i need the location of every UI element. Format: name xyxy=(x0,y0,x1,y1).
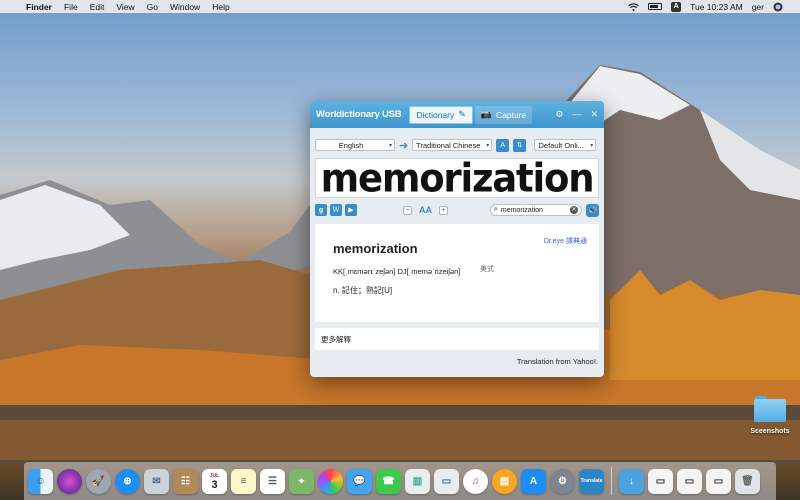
battery-icon[interactable] xyxy=(648,3,663,10)
captured-word-text: memorization xyxy=(320,158,595,198)
folder-label: Sceenshots xyxy=(750,428,790,435)
youtube-icon[interactable]: ▶ xyxy=(345,204,357,216)
translate-app-label: Translate xyxy=(580,478,603,484)
menu-help[interactable]: Help xyxy=(206,2,235,12)
chevron-down-icon: ▾ xyxy=(486,142,490,149)
camera-icon: 📷 xyxy=(480,109,492,119)
arrow-right-icon: ➜ xyxy=(399,139,409,152)
worldictionary-window: Worldictionary USB Dictionary ✎ 📷 Captur… xyxy=(310,101,604,377)
siri-icon[interactable] xyxy=(773,2,783,12)
window-titlebar[interactable]: Worldictionary USB Dictionary ✎ 📷 Captur… xyxy=(310,101,604,128)
launchpad-icon[interactable]: 🚀 xyxy=(86,468,111,494)
google-search-icon[interactable]: g xyxy=(315,204,327,216)
mail-icon[interactable]: ✉ xyxy=(144,468,169,494)
status-area: A Tue 10:23 AM ger xyxy=(628,1,800,12)
menu-bar: Finder File Edit View Go Window Help A T… xyxy=(0,0,800,13)
tab-capture[interactable]: 📷 Capture xyxy=(474,105,533,124)
screenshot-thumb-2-icon[interactable]: ▭ xyxy=(677,468,702,494)
dock-separator xyxy=(611,467,612,495)
app-title: Worldictionary USB xyxy=(316,109,402,120)
more-explanations-label: 更多解釋 xyxy=(321,334,351,344)
notes-icon[interactable]: ≡ xyxy=(231,468,256,494)
translate-mode-button[interactable]: A xyxy=(496,138,510,152)
chevron-down-icon: ▾ xyxy=(590,142,594,149)
minimize-icon[interactable]: — xyxy=(572,109,581,120)
target-language-select[interactable]: Traditional Chinese ▾ xyxy=(412,139,493,151)
search-icon: ⌕ xyxy=(494,206,498,213)
folder-icon xyxy=(754,396,786,422)
tab-dictionary[interactable]: Dictionary ✎ xyxy=(409,105,473,124)
target-language-value: Traditional Chinese xyxy=(416,140,481,150)
calendar-icon[interactable]: JUL 3 xyxy=(202,468,227,494)
siri-icon[interactable] xyxy=(57,468,82,494)
definition-panel: memorization Dr.eye 譯典通 美式 KK[ˌmɛmərɪˈze… xyxy=(315,224,599,322)
swap-languages-button[interactable]: ⇅ xyxy=(513,138,527,152)
engine-value: Default Onli... xyxy=(538,140,584,150)
speaker-icon[interactable]: 🔊 xyxy=(586,203,599,217)
facetime-icon[interactable]: ☎ xyxy=(376,468,401,494)
tab-dictionary-label: Dictionary xyxy=(416,109,455,120)
zoom-out-button[interactable]: − xyxy=(403,205,412,215)
translate-app-icon[interactable]: Translate xyxy=(579,468,604,494)
calendar-day: 3 xyxy=(211,479,218,491)
source-language-value: English xyxy=(338,140,364,150)
search-input-value[interactable]: memorization xyxy=(501,207,543,214)
screenshot-thumb-3-icon[interactable]: ▭ xyxy=(706,468,731,494)
zoom-in-button[interactable]: + xyxy=(439,205,448,215)
desktop-folder-screenshots[interactable]: Sceenshots xyxy=(744,396,796,435)
ibooks-icon[interactable]: ▤ xyxy=(492,468,517,494)
phonetic-transcription: KK[ˌmɛmərɪˈzeʃən] DJ[ˌmeməˈrizeiʃən] xyxy=(333,267,461,276)
wifi-icon[interactable] xyxy=(628,2,639,11)
lookup-toolbar: g W ▶ − AA + ⌕ memorization ✕ 🔊 xyxy=(310,200,604,220)
captured-word-image: memorization xyxy=(315,158,599,198)
font-size-control: − AA + xyxy=(403,205,448,215)
safari-icon[interactable]: ⊕ xyxy=(115,468,140,494)
clear-search-icon[interactable]: ✕ xyxy=(570,206,578,214)
tab-capture-label: Capture xyxy=(496,109,527,120)
app-store-icon[interactable]: A xyxy=(521,468,546,494)
wikipedia-icon[interactable]: W xyxy=(330,204,342,216)
chevron-down-icon: ▾ xyxy=(388,142,392,149)
menu-file[interactable]: File xyxy=(58,2,84,12)
source-language-select[interactable]: English ▾ xyxy=(315,139,395,151)
font-size-icon: AA xyxy=(419,205,432,215)
trash-icon[interactable]: 🗑 xyxy=(735,468,760,494)
dictionary-icon: ✎ xyxy=(458,109,466,119)
accent-label: 美式 xyxy=(480,266,494,273)
language-bar: English ▾ ➜ Traditional Chinese ▾ A ⇅ De… xyxy=(310,134,604,156)
reminders-icon[interactable]: ☰ xyxy=(260,468,285,494)
window-controls: ⚙ — ✕ xyxy=(555,109,598,120)
system-preferences-icon[interactable]: ⚙ xyxy=(550,468,575,494)
itunes-icon[interactable]: ♫ xyxy=(463,468,488,494)
menu-edit[interactable]: Edit xyxy=(84,2,111,12)
menu-window[interactable]: Window xyxy=(164,2,206,12)
downloads-folder-icon[interactable]: ↓ xyxy=(619,468,644,494)
menu-app-finder[interactable]: Finder xyxy=(20,2,58,12)
maps-icon[interactable]: ⌖ xyxy=(289,468,314,494)
dictionary-source-link[interactable]: Dr.eye 譯典通 xyxy=(544,236,587,246)
clock[interactable]: Tue 10:23 AM xyxy=(690,2,743,12)
more-explanations-link[interactable]: 更多解釋 xyxy=(315,328,599,350)
screenshot-thumb-1-icon[interactable]: ▭ xyxy=(648,468,673,494)
photos-icon[interactable] xyxy=(318,468,343,494)
numbers-icon[interactable]: ▥ xyxy=(405,468,430,494)
input-source-icon[interactable]: A xyxy=(671,1,682,12)
settings-gear-icon[interactable]: ⚙ xyxy=(555,109,563,120)
close-icon[interactable]: ✕ xyxy=(590,109,598,120)
definition-text: n. 記住；熟記[U] xyxy=(333,286,393,295)
translation-source-text: Translation from Yahoo!. xyxy=(516,357,598,366)
messages-icon[interactable]: 💬 xyxy=(347,468,372,494)
menu-view[interactable]: View xyxy=(110,2,140,12)
keynote-icon[interactable]: ▭ xyxy=(434,468,459,494)
engine-select[interactable]: Default Onli... ▾ xyxy=(534,139,597,151)
finder-icon[interactable]: ☺ xyxy=(28,468,53,494)
menu-go[interactable]: Go xyxy=(141,2,164,12)
dock: ☺ 🚀 ⊕ ✉ ☷ JUL 3 ≡ ☰ ⌖ 💬 ☎ ▥ ▭ ♫ ▤ A ⚙ Tr… xyxy=(24,462,776,500)
contacts-icon[interactable]: ☷ xyxy=(173,468,198,494)
translation-source-footer: Translation from Yahoo!. xyxy=(310,352,604,371)
search-field[interactable]: ⌕ memorization ✕ xyxy=(490,204,582,216)
user-name[interactable]: ger xyxy=(752,2,764,12)
